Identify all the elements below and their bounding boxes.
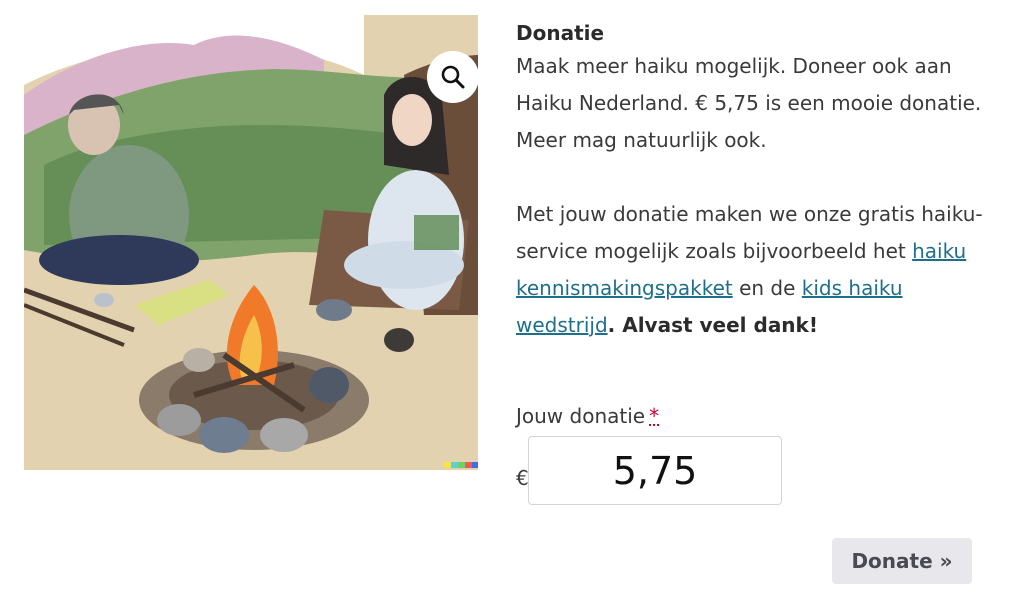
haiku-campfire-painting	[24, 15, 478, 470]
thanks-text: . Alvast veel dank!	[607, 313, 818, 337]
product-summary: Donatie Maak meer haiku mogelijk. Doneer…	[516, 18, 986, 344]
magnifier-icon	[441, 65, 465, 89]
description-text: en de	[732, 276, 802, 300]
description-paragraph-2: Met jouw donatie maken we onze gratis ha…	[516, 196, 986, 344]
product-title: Donatie	[516, 21, 605, 45]
product-image[interactable]	[24, 15, 478, 470]
donation-label-text: Jouw donatie	[516, 404, 646, 428]
description-paragraph-1: Maak meer haiku mogelijk. Doneer ook aan…	[516, 54, 982, 152]
donate-button[interactable]: Donate »	[832, 538, 972, 584]
donation-amount-input[interactable]	[528, 436, 782, 505]
product-description: Maak meer haiku mogelijk. Doneer ook aan…	[516, 48, 986, 344]
donation-label: Jouw donatie *	[516, 404, 659, 428]
required-mark: *	[649, 404, 660, 428]
currency-symbol: €	[516, 466, 529, 490]
zoom-button[interactable]	[427, 51, 478, 103]
